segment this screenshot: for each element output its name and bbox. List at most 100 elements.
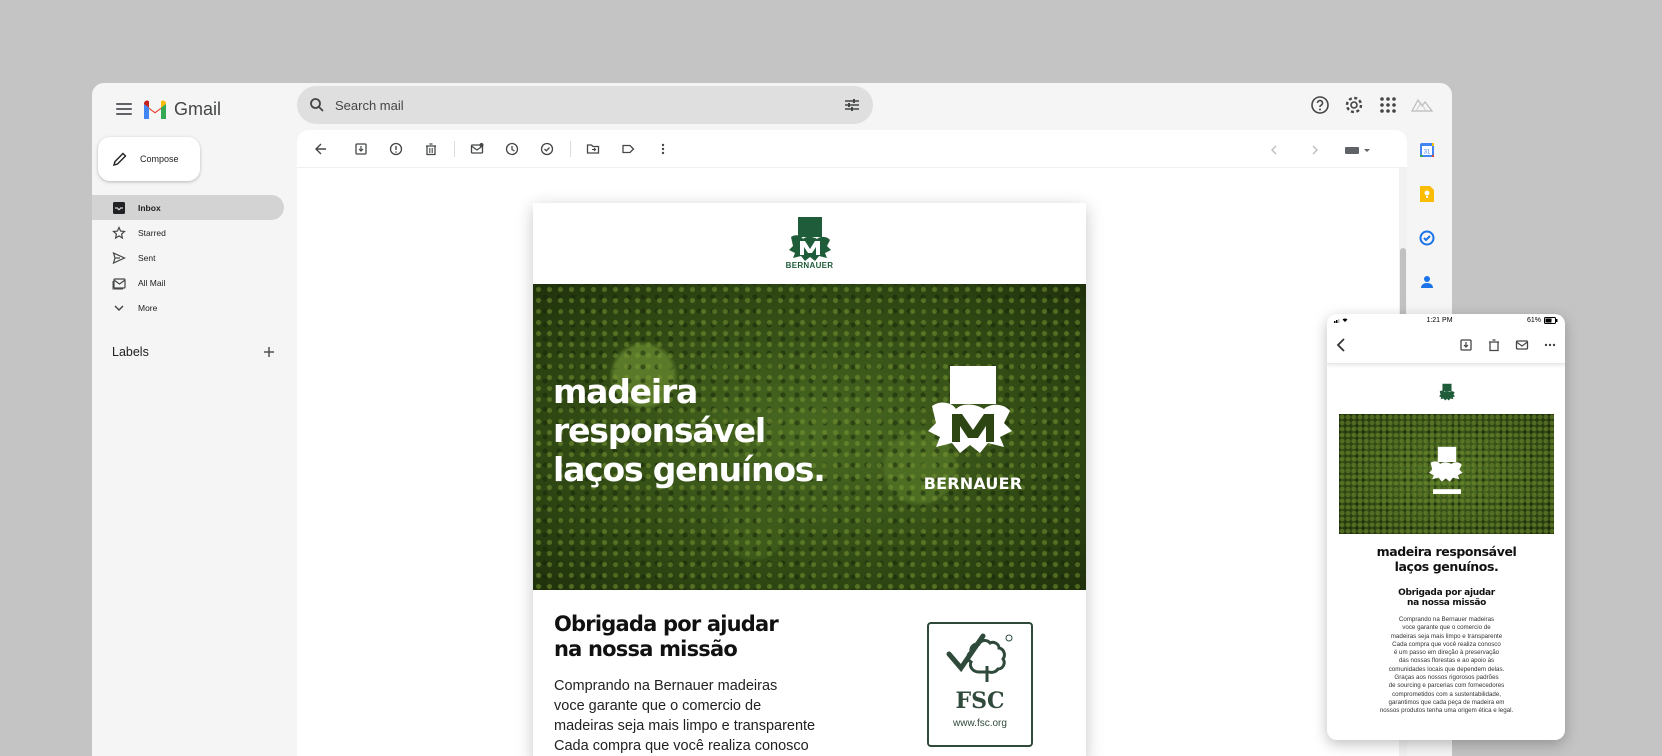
archive-icon[interactable] (347, 135, 375, 163)
labels-section: Labels (112, 345, 276, 359)
svg-text:31: 31 (1424, 150, 1431, 156)
phone-email-body: madeira responsável laços genuínos. Obri… (1339, 382, 1554, 716)
sidebar-item-starred[interactable]: Starred (92, 220, 284, 245)
phone-status-bar: 1:21 PM 61% (1327, 314, 1565, 326)
body-line: comprometidos com a sustentabilidade, (1391, 690, 1502, 698)
phone-time: 1:21 PM (1426, 316, 1453, 324)
gmail-m-icon (144, 100, 166, 119)
move-to-folder-icon[interactable] (579, 135, 607, 163)
sidebar-item-label: Inbox (138, 202, 161, 213)
hero-line: laços genuínos. (553, 450, 826, 489)
labels-title: Labels (112, 345, 149, 359)
mission-section: Obrigada por ajudar na nossa missão Comp… (533, 590, 1086, 756)
inbox-icon (113, 201, 125, 214)
phone-more-icon[interactable] (1543, 338, 1557, 352)
more-options-icon[interactable] (649, 135, 677, 163)
body-line: nossos produtos tenha uma origem ética e… (1379, 707, 1514, 715)
fsc-tree-check-icon (946, 633, 1013, 682)
toolbar-divider (454, 140, 455, 157)
body-line: madeiras seja mais limpo e transparente (1390, 632, 1503, 640)
sidebar-item-more[interactable]: More (92, 295, 284, 320)
search-bar[interactable] (297, 86, 873, 124)
body-line: é um passo em direção à preservação (1393, 649, 1500, 657)
delete-trash-icon[interactable] (417, 135, 445, 163)
message-toolbar (297, 130, 1407, 168)
settings-gear-icon[interactable] (1342, 93, 1366, 117)
help-icon[interactable] (1308, 93, 1332, 117)
title-line: madeira responsável (1376, 544, 1517, 559)
mission-paragraph: Comprando na Bernauer madeiras voce gara… (554, 676, 854, 756)
label-tag-icon[interactable] (614, 135, 642, 163)
phone-mark-unread-icon[interactable] (1515, 338, 1529, 352)
contacts-icon[interactable] (1415, 270, 1439, 294)
phone-toolbar (1327, 326, 1565, 364)
sidebar-nav: Inbox Starred Sent All Mail More (92, 195, 284, 320)
bernauer-hero-logo-icon (1429, 446, 1463, 494)
phone-delete-icon[interactable] (1487, 338, 1501, 352)
body-line: Cada compra que você realiza conosco (1392, 640, 1501, 648)
phone-back-arrow-icon[interactable] (1335, 338, 1347, 352)
calendar-icon[interactable]: 31 (1415, 138, 1439, 162)
hero-banner: madeira responsável laços genuínos. BERN… (533, 284, 1086, 590)
brand-name: BERNAUER (785, 261, 834, 270)
phone-hero-title: madeira responsável laços genuínos. (1339, 544, 1554, 574)
keep-notes-icon[interactable] (1415, 182, 1439, 206)
bernauer-logo-icon (1438, 383, 1455, 401)
phone-archive-icon[interactable] (1459, 338, 1473, 352)
mark-unread-icon[interactable] (463, 135, 491, 163)
sidebar-item-label: Starred (138, 227, 166, 238)
side-apps-panel: 31 (1412, 138, 1442, 294)
hero-line: madeira (553, 372, 698, 411)
app-name: Gmail (174, 98, 222, 119)
add-label-icon[interactable] (262, 345, 276, 359)
title-line: laços genuínos. (1394, 559, 1499, 574)
fsc-badge: FSC www.fsc.org (927, 622, 1033, 747)
phone-mission-paragraph: Comprando na Bernauer madeiras voce gara… (1339, 616, 1554, 716)
email-body: BERNAUER madeira responsável laços genuí… (533, 203, 1086, 756)
compose-button[interactable]: Compose (98, 137, 200, 181)
sidebar-item-label: More (138, 302, 158, 313)
mobile-preview: 1:21 PM 61% madeira responsável laços ge… (1327, 314, 1565, 740)
search-icon[interactable] (309, 97, 325, 113)
snooze-clock-icon[interactable] (498, 135, 526, 163)
sidebar-item-sent[interactable]: Sent (92, 245, 284, 270)
phone-hero-banner (1339, 414, 1554, 534)
account-avatar-icon[interactable] (1410, 93, 1434, 117)
battery-icon (1544, 316, 1558, 324)
body-line: madeiras seja mais limpo e transparente (554, 718, 816, 734)
add-task-icon[interactable] (533, 135, 561, 163)
search-options-icon[interactable] (843, 97, 861, 113)
bernauer-hero-logo: BERNAUER (918, 364, 1028, 499)
send-icon (112, 251, 126, 264)
sidebar-item-label: Sent (138, 252, 156, 263)
input-tools-keyboard-icon[interactable] (1342, 136, 1374, 164)
gmail-window: Gmail Compose Inbox Starred (92, 83, 1452, 756)
older-chevron-icon[interactable] (1301, 136, 1329, 164)
hero-brand-name: BERNAUER (923, 474, 1023, 493)
body-line: voce garante que o comercio de (554, 698, 762, 714)
battery-percent: 61% (1526, 316, 1541, 324)
body-line: de sourcing e parcerias com fornecedores (1388, 682, 1505, 690)
report-spam-icon[interactable] (382, 135, 410, 163)
phone-mission-heading: Obrigada por ajudar na nossa missão (1339, 588, 1554, 608)
compose-label: Compose (140, 154, 179, 164)
tasks-icon[interactable] (1415, 226, 1439, 250)
pencil-icon (112, 152, 127, 167)
body-line: comunidades locais que dependem delas. (1388, 665, 1505, 673)
main-menu-icon[interactable] (112, 97, 136, 121)
back-arrow-icon[interactable] (307, 135, 335, 163)
body-line: voce garante que o comercio de (1402, 624, 1491, 632)
search-input[interactable] (335, 97, 843, 113)
main-panel: BERNAUER madeira responsável laços genuí… (297, 130, 1407, 756)
body-line: Graças aos nossos rigorosos padrões (1394, 674, 1499, 682)
apps-grid-icon[interactable] (1376, 93, 1400, 117)
sidebar-item-all-mail[interactable]: All Mail (92, 270, 284, 295)
hero-headline: madeira responsável laços genuínos. (553, 372, 826, 489)
body-line: Comprando na Bernauer madeiras (1398, 616, 1495, 623)
gmail-logo[interactable]: Gmail (142, 95, 221, 123)
signal-wifi-icon (1334, 318, 1348, 323)
sidebar-item-inbox[interactable]: Inbox (92, 195, 284, 220)
all-mail-icon (112, 277, 126, 289)
newer-chevron-icon[interactable] (1260, 136, 1288, 164)
sidebar-item-label: All Mail (138, 277, 166, 288)
